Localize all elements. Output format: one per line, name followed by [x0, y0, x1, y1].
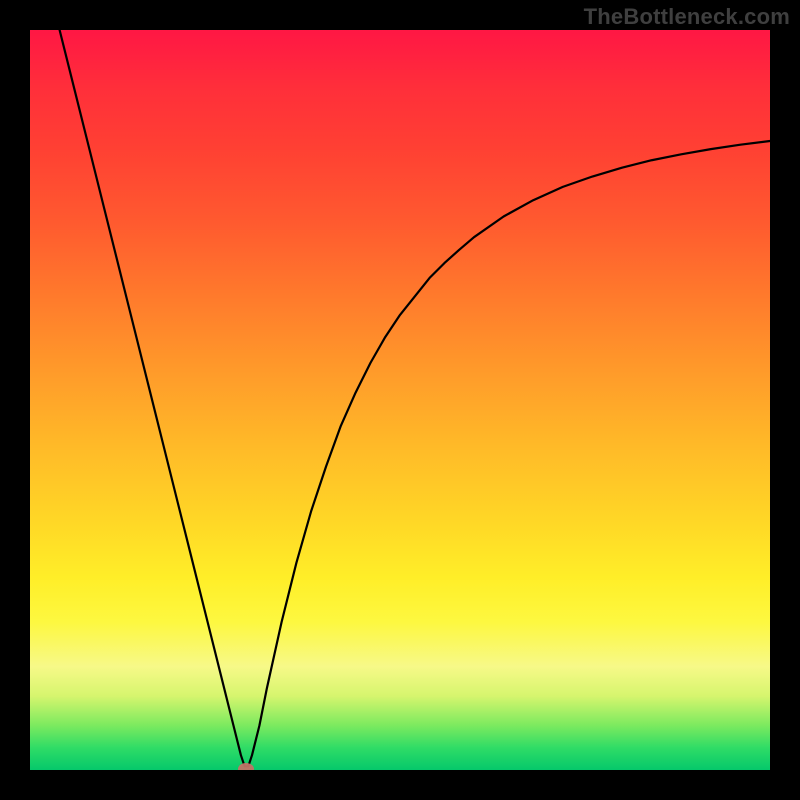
chart-frame: TheBottleneck.com	[0, 0, 800, 800]
watermark-text: TheBottleneck.com	[584, 4, 790, 30]
plot-area	[30, 30, 770, 770]
optimal-point-marker	[238, 763, 254, 770]
bottleneck-curve	[30, 30, 770, 770]
